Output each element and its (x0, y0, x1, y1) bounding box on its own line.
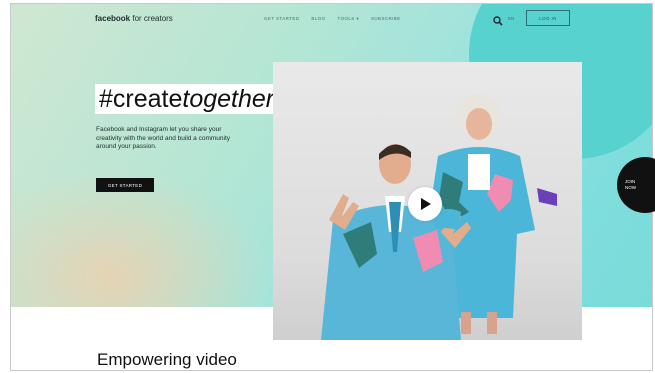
nav-link-tools[interactable]: TOOLS ▾ (338, 16, 359, 22)
logo-brand: facebook (95, 14, 131, 23)
get-started-button[interactable]: GET STARTED (96, 178, 154, 192)
top-navigation: facebook for creators GET STARTED BLOG T… (11, 4, 652, 34)
nav-links: GET STARTED BLOG TOOLS ▾ SUBSCRIBE (264, 16, 401, 22)
play-button[interactable] (408, 187, 442, 221)
language-selector[interactable]: EN (508, 16, 514, 21)
headline-prefix: #create (99, 85, 183, 113)
section-title: Empowering video (97, 350, 237, 369)
nav-link-blog[interactable]: BLOG (311, 16, 325, 22)
hero-description: Facebook and Instagram let you share you… (96, 126, 231, 150)
hero-headline: #createtogether (95, 84, 279, 114)
nav-link-get-started[interactable]: GET STARTED (264, 16, 299, 22)
headline-italic: together (182, 85, 275, 113)
nav-link-subscribe[interactable]: SUBSCRIBE (371, 16, 401, 22)
play-icon (421, 198, 431, 210)
search-icon[interactable] (493, 13, 503, 26)
join-line-2: NOW (625, 185, 636, 190)
logo-suffix: for creators (130, 14, 173, 23)
browser-viewport: facebook for creators GET STARTED BLOG T… (10, 3, 653, 371)
login-button[interactable]: LOG IN (526, 10, 570, 26)
site-logo[interactable]: facebook for creators (95, 14, 173, 23)
